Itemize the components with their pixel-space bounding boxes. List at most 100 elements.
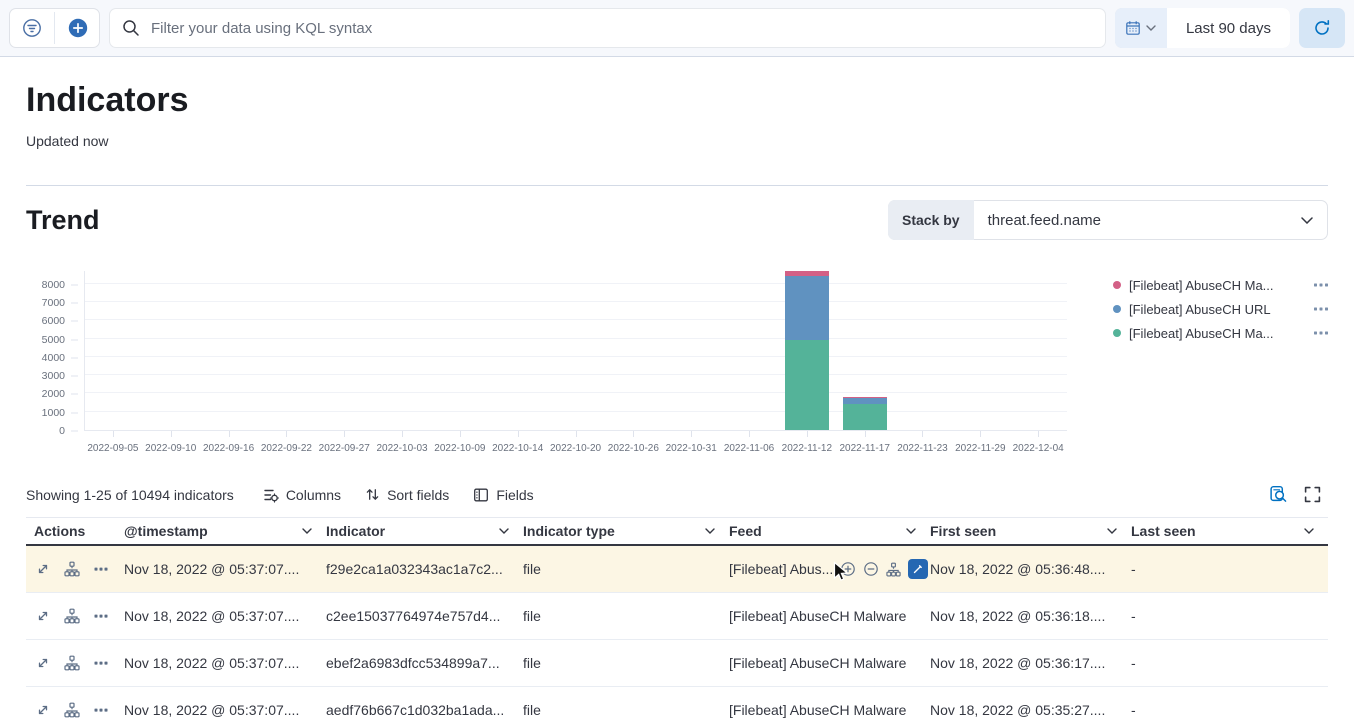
trend-chart-section: 010002000300040005000600070008000 2022-0… (26, 271, 1328, 454)
column-menu-chevron-icon[interactable] (1107, 528, 1117, 534)
first-seen-cell: Nov 18, 2022 @ 05:36:17.... (930, 655, 1131, 671)
boxes-horizontal-icon (93, 702, 109, 718)
last-seen-cell: - (1131, 702, 1328, 718)
stack-by-value: threat.feed.name (974, 212, 1301, 229)
date-picker: Last 90 days (1115, 8, 1290, 48)
investigate-in-timeline-button[interactable] (64, 702, 80, 718)
legend-label: [Filebeat] AbuseCH URL (1129, 302, 1306, 317)
indicator-cell: c2ee15037764974e757d4... (326, 608, 523, 624)
kql-search-wrapper (109, 8, 1106, 48)
date-range-button[interactable]: Last 90 days (1167, 8, 1290, 48)
table-header-row: Actions@timestampIndicatorIndicator type… (26, 517, 1328, 546)
investigate-in-timeline-button[interactable] (64, 608, 80, 624)
timestamp-cell: Nov 18, 2022 @ 05:37:07.... (124, 608, 326, 624)
column-menu-chevron-icon[interactable] (1304, 528, 1314, 534)
date-picker-calendar-button[interactable] (1115, 8, 1167, 48)
feed-cell: [Filebeat] AbuseCH Malware (729, 608, 930, 624)
column-menu-chevron-icon[interactable] (499, 528, 509, 534)
column-header-feed[interactable]: Feed (729, 518, 930, 544)
saved-query-menu-button[interactable] (9, 8, 54, 48)
sitemap-icon (64, 702, 80, 718)
expand-diagonal-icon (35, 608, 51, 624)
filter-out-value-button[interactable] (863, 561, 879, 577)
x-axis-label: 2022-09-05 (84, 443, 142, 454)
updated-status: Updated now (26, 133, 1328, 149)
open-indicator-flyout-button[interactable] (35, 561, 51, 577)
legend-label: [Filebeat] AbuseCH Ma... (1129, 326, 1306, 341)
open-indicator-flyout-button[interactable] (35, 655, 51, 671)
legend-item[interactable]: [Filebeat] AbuseCH URL (1113, 297, 1328, 321)
feed-value: [Filebeat] AbuseCH Malware (729, 655, 906, 671)
main-content: Indicators Updated now Trend Stack by th… (0, 80, 1354, 721)
legend-item[interactable]: [Filebeat] AbuseCH Ma... (1113, 273, 1328, 297)
stacked-bar (785, 271, 829, 430)
cell-hover-actions (840, 559, 928, 579)
indicator-type-cell: file (523, 561, 729, 577)
legend-menu-icon[interactable] (1314, 307, 1328, 311)
row-actions (26, 608, 124, 624)
first-seen-cell: Nov 18, 2022 @ 05:36:18.... (930, 608, 1131, 624)
chart-legend: [Filebeat] AbuseCH Ma... [Filebeat] Abus… (1067, 271, 1328, 454)
legend-item[interactable]: [Filebeat] AbuseCH Ma... (1113, 321, 1328, 345)
legend-color-dot (1113, 281, 1121, 289)
stack-by-label: Stack by (888, 200, 974, 240)
columns-button[interactable]: Columns (252, 483, 352, 507)
calendar-icon (1125, 20, 1141, 36)
column-menu-chevron-icon[interactable] (705, 528, 715, 534)
edit-badge-icon (908, 559, 928, 579)
kql-search-input[interactable] (109, 8, 1106, 48)
inspect-button[interactable] (1262, 481, 1295, 508)
legend-menu-icon[interactable] (1314, 283, 1328, 287)
timestamp-cell: Nov 18, 2022 @ 05:37:07.... (124, 561, 326, 577)
column-header-actions: Actions (26, 518, 124, 544)
x-axis-label: 2022-11-06 (720, 443, 778, 454)
refresh-button[interactable] (1299, 8, 1345, 48)
sitemap-icon (886, 562, 901, 577)
column-header-first-seen[interactable]: First seen (930, 518, 1131, 544)
feed-value: [Filebeat] AbuseCH Malware (729, 608, 906, 624)
y-axis-label: 6000 (42, 315, 65, 327)
fullscreen-button[interactable] (1297, 482, 1328, 507)
search-topbar: Last 90 days (0, 0, 1354, 57)
add-to-timeline-button[interactable] (886, 562, 901, 577)
page-title: Indicators (26, 80, 1328, 120)
open-indicator-flyout-button[interactable] (35, 702, 51, 718)
investigate-in-timeline-button[interactable] (64, 561, 80, 577)
indicators-page: Last 90 days Indicators Updated now Tren… (0, 0, 1354, 721)
column-menu-chevron-icon[interactable] (906, 528, 916, 534)
add-filter-button[interactable] (55, 8, 100, 48)
legend-menu-icon[interactable] (1314, 331, 1328, 335)
inspect-icon (1269, 485, 1288, 504)
y-axis-label: 5000 (42, 334, 65, 346)
x-axis-label: 2022-10-31 (662, 443, 720, 454)
investigate-in-timeline-button[interactable] (64, 655, 80, 671)
boxes-horizontal-icon (93, 561, 109, 577)
indicator-cell: ebef2a6983dfcc534899a7... (326, 655, 523, 671)
sitemap-icon (64, 655, 80, 671)
stack-by-select[interactable]: Stack by threat.feed.name (888, 200, 1328, 240)
fields-button[interactable]: Fields (462, 483, 544, 507)
column-header-last-seen[interactable]: Last seen (1131, 518, 1328, 544)
column-header-indicator[interactable]: Indicator (326, 518, 523, 544)
x-axis-label: 2022-10-14 (489, 443, 547, 454)
column-menu-chevron-icon[interactable] (302, 528, 312, 534)
query-buttons-group (9, 8, 100, 48)
divider (26, 185, 1328, 186)
more-actions-button[interactable] (93, 608, 109, 624)
more-cell-actions-button[interactable] (908, 559, 928, 579)
sort-fields-button[interactable]: Sort fields (354, 483, 460, 507)
column-header-indicator-type[interactable]: Indicator type (523, 518, 729, 544)
trend-header: Trend Stack by threat.feed.name (26, 199, 1328, 241)
x-axis-label: 2022-09-10 (142, 443, 200, 454)
more-actions-button[interactable] (93, 561, 109, 577)
stacked-bar (843, 397, 887, 430)
indicator-type-cell: file (523, 608, 729, 624)
column-header--timestamp[interactable]: @timestamp (124, 518, 326, 544)
results-summary: Showing 1-25 of 10494 indicators (26, 487, 234, 503)
more-actions-button[interactable] (93, 702, 109, 718)
table-body: Nov 18, 2022 @ 05:37:07.... f29e2ca1a032… (26, 546, 1328, 721)
open-indicator-flyout-button[interactable] (35, 608, 51, 624)
expand-diagonal-icon (35, 702, 51, 718)
more-actions-button[interactable] (93, 655, 109, 671)
sitemap-icon (64, 608, 80, 624)
